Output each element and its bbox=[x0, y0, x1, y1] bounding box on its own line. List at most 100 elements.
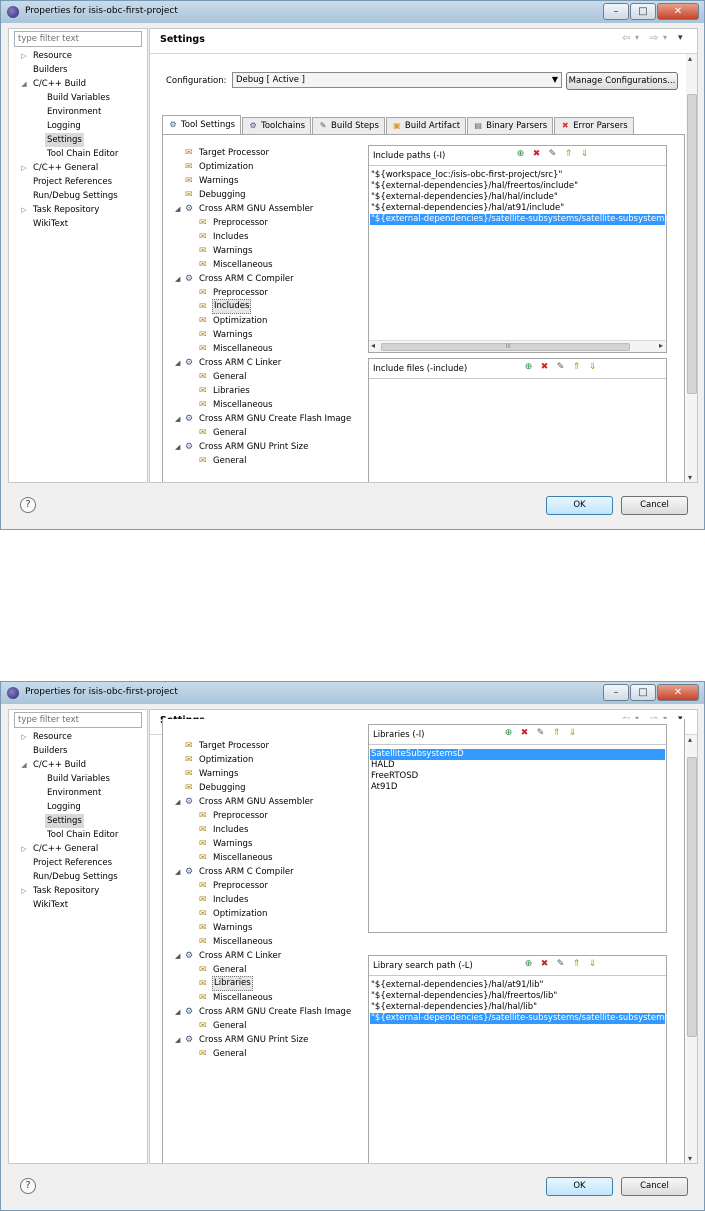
help-icon[interactable]: ? bbox=[20, 1178, 36, 1194]
ok-button[interactable]: OK bbox=[546, 496, 613, 515]
delete-icon[interactable]: ✖ bbox=[531, 149, 542, 160]
move-up-icon[interactable]: ⇑ bbox=[551, 728, 562, 739]
tab-build-artifact[interactable]: ▣ Build Artifact bbox=[385, 117, 467, 134]
list-item[interactable]: SatelliteSubsystemsD bbox=[370, 749, 665, 760]
left-tree-item[interactable]: Environment bbox=[9, 105, 147, 119]
tab-toolchains[interactable]: ⚙ Toolchains bbox=[242, 117, 312, 134]
move-up-icon[interactable]: ⇑ bbox=[571, 362, 582, 373]
expand-arrow-icon[interactable]: ▷ bbox=[19, 49, 29, 63]
left-tree-item[interactable]: ▷ C/C++ General bbox=[9, 842, 147, 856]
minimize-button[interactable]: – bbox=[603, 3, 629, 20]
left-tree-item[interactable]: Run/Debug Settings bbox=[9, 870, 147, 884]
maximize-button[interactable]: □ bbox=[630, 684, 656, 701]
add-icon[interactable]: ⊕ bbox=[503, 728, 514, 739]
add-icon[interactable]: ⊕ bbox=[523, 959, 534, 970]
vertical-scrollbar[interactable]: ▴ ▾ bbox=[686, 735, 697, 1163]
expand-arrow-icon[interactable]: ▷ bbox=[19, 884, 29, 898]
left-tree-item[interactable]: Settings bbox=[9, 133, 147, 147]
list-item[interactable]: "${external-dependencies}/hal/hal/includ… bbox=[371, 192, 558, 203]
left-tree-item[interactable]: WikiText bbox=[9, 898, 147, 912]
add-icon[interactable]: ⊕ bbox=[523, 362, 534, 373]
scroll-thumb[interactable]: III bbox=[381, 343, 630, 351]
collapse-arrow-icon[interactable]: ◢ bbox=[175, 272, 185, 286]
expand-arrow-icon[interactable]: ▷ bbox=[19, 730, 29, 744]
help-icon[interactable]: ? bbox=[20, 497, 36, 513]
left-tree-item[interactable]: Build Variables bbox=[9, 772, 147, 786]
scroll-right-arrow-icon[interactable]: ▸ bbox=[659, 341, 663, 350]
filter-input[interactable]: type filter text bbox=[14, 712, 142, 728]
add-icon[interactable]: ⊕ bbox=[515, 149, 526, 160]
ok-button[interactable]: OK bbox=[546, 1177, 613, 1196]
list-item[interactable]: "${external-dependencies}/hal/freertos/l… bbox=[371, 991, 557, 1002]
collapse-arrow-icon[interactable]: ◢ bbox=[175, 1033, 185, 1047]
cancel-button[interactable]: Cancel bbox=[621, 1177, 688, 1196]
left-tree-item[interactable]: Environment bbox=[9, 786, 147, 800]
configuration-select[interactable]: Debug [ Active ] ▼ bbox=[232, 72, 562, 88]
left-tree-item[interactable]: Logging bbox=[9, 800, 147, 814]
delete-icon[interactable]: ✖ bbox=[539, 362, 550, 373]
move-down-icon[interactable]: ⇓ bbox=[579, 149, 590, 160]
left-tree-item[interactable]: ◢ C/C++ Build bbox=[9, 77, 147, 91]
left-tree-item[interactable]: ◢ C/C++ Build bbox=[9, 758, 147, 772]
left-tree-item[interactable]: Tool Chain Editor bbox=[9, 828, 147, 842]
move-up-icon[interactable]: ⇑ bbox=[563, 149, 574, 160]
collapse-arrow-icon[interactable]: ◢ bbox=[175, 412, 185, 426]
scroll-left-arrow-icon[interactable]: ◂ bbox=[371, 341, 375, 350]
list-item[interactable]: HALD bbox=[371, 760, 395, 771]
tab-binary-parsers[interactable]: ▤ Binary Parsers bbox=[467, 117, 554, 134]
list-item[interactable]: At91D bbox=[371, 782, 397, 793]
manage-configurations-button[interactable]: Manage Configurations... bbox=[566, 72, 678, 90]
forward-menu-chevron-icon[interactable]: ▾ bbox=[663, 33, 667, 42]
left-tree-item[interactable]: Project References bbox=[9, 175, 147, 189]
move-down-icon[interactable]: ⇓ bbox=[587, 362, 598, 373]
edit-icon[interactable]: ✎ bbox=[555, 959, 566, 970]
left-tree-item[interactable]: ▷ Resource bbox=[9, 49, 147, 63]
collapse-arrow-icon[interactable]: ◢ bbox=[175, 440, 185, 454]
edit-icon[interactable]: ✎ bbox=[555, 362, 566, 373]
view-menu-icon[interactable]: ▾ bbox=[678, 33, 683, 43]
collapse-arrow-icon[interactable]: ◢ bbox=[19, 77, 29, 91]
delete-icon[interactable]: ✖ bbox=[539, 959, 550, 970]
collapse-arrow-icon[interactable]: ◢ bbox=[175, 949, 185, 963]
filter-input[interactable]: type filter text bbox=[14, 31, 142, 47]
move-down-icon[interactable]: ⇓ bbox=[567, 728, 578, 739]
collapse-arrow-icon[interactable]: ◢ bbox=[175, 795, 185, 809]
list-item[interactable]: "${external-dependencies}/hal/at91/lib" bbox=[371, 980, 543, 991]
left-tree-item[interactable]: ▷ Resource bbox=[9, 730, 147, 744]
list-item[interactable]: "${external-dependencies}/satellite-subs… bbox=[370, 214, 684, 225]
expand-arrow-icon[interactable]: ▷ bbox=[19, 161, 29, 175]
horizontal-scrollbar[interactable]: III ◂ ▸ bbox=[369, 340, 666, 352]
list-item[interactable]: "${external-dependencies}/hal/hal/lib" bbox=[371, 1002, 537, 1013]
list-item[interactable]: "${external-dependencies}/satellite-subs… bbox=[370, 1013, 682, 1024]
move-up-icon[interactable]: ⇑ bbox=[571, 959, 582, 970]
scroll-thumb[interactable] bbox=[687, 94, 697, 394]
tab-build-steps[interactable]: ✎ Build Steps bbox=[312, 117, 385, 134]
left-tree-item[interactable]: Tool Chain Editor bbox=[9, 147, 147, 161]
scroll-up-arrow-icon[interactable]: ▴ bbox=[688, 735, 692, 744]
left-tree-item[interactable]: ▷ Task Repository bbox=[9, 884, 147, 898]
list-item[interactable]: "${workspace_loc:/isis-obc-first-project… bbox=[371, 170, 562, 181]
close-button[interactable]: ✕ bbox=[657, 3, 699, 20]
tab-error-parsers[interactable]: ✖ Error Parsers bbox=[554, 117, 634, 134]
close-button[interactable]: ✕ bbox=[657, 684, 699, 701]
cancel-button[interactable]: Cancel bbox=[621, 496, 688, 515]
scroll-down-arrow-icon[interactable]: ▾ bbox=[688, 1154, 692, 1163]
tab-tool-settings[interactable]: ⚙ Tool Settings bbox=[162, 115, 242, 134]
scroll-up-arrow-icon[interactable]: ▴ bbox=[688, 54, 692, 63]
left-tree-item[interactable]: Builders bbox=[9, 744, 147, 758]
left-tree-item[interactable]: Settings bbox=[9, 814, 147, 828]
scroll-down-arrow-icon[interactable]: ▾ bbox=[688, 473, 692, 482]
vertical-scrollbar[interactable]: ▴ ▾ bbox=[686, 54, 697, 482]
minimize-button[interactable]: – bbox=[603, 684, 629, 701]
back-menu-chevron-icon[interactable]: ▾ bbox=[635, 33, 639, 42]
collapse-arrow-icon[interactable]: ◢ bbox=[175, 356, 185, 370]
left-tree-item[interactable]: Build Variables bbox=[9, 91, 147, 105]
left-tree-item[interactable]: Logging bbox=[9, 119, 147, 133]
expand-arrow-icon[interactable]: ▷ bbox=[19, 842, 29, 856]
delete-icon[interactable]: ✖ bbox=[519, 728, 530, 739]
list-item[interactable]: "${external-dependencies}/hal/at91/inclu… bbox=[371, 203, 564, 214]
scroll-thumb[interactable] bbox=[687, 757, 697, 1037]
left-tree-item[interactable]: Builders bbox=[9, 63, 147, 77]
collapse-arrow-icon[interactable]: ◢ bbox=[175, 1005, 185, 1019]
left-tree-item[interactable]: Run/Debug Settings bbox=[9, 189, 147, 203]
